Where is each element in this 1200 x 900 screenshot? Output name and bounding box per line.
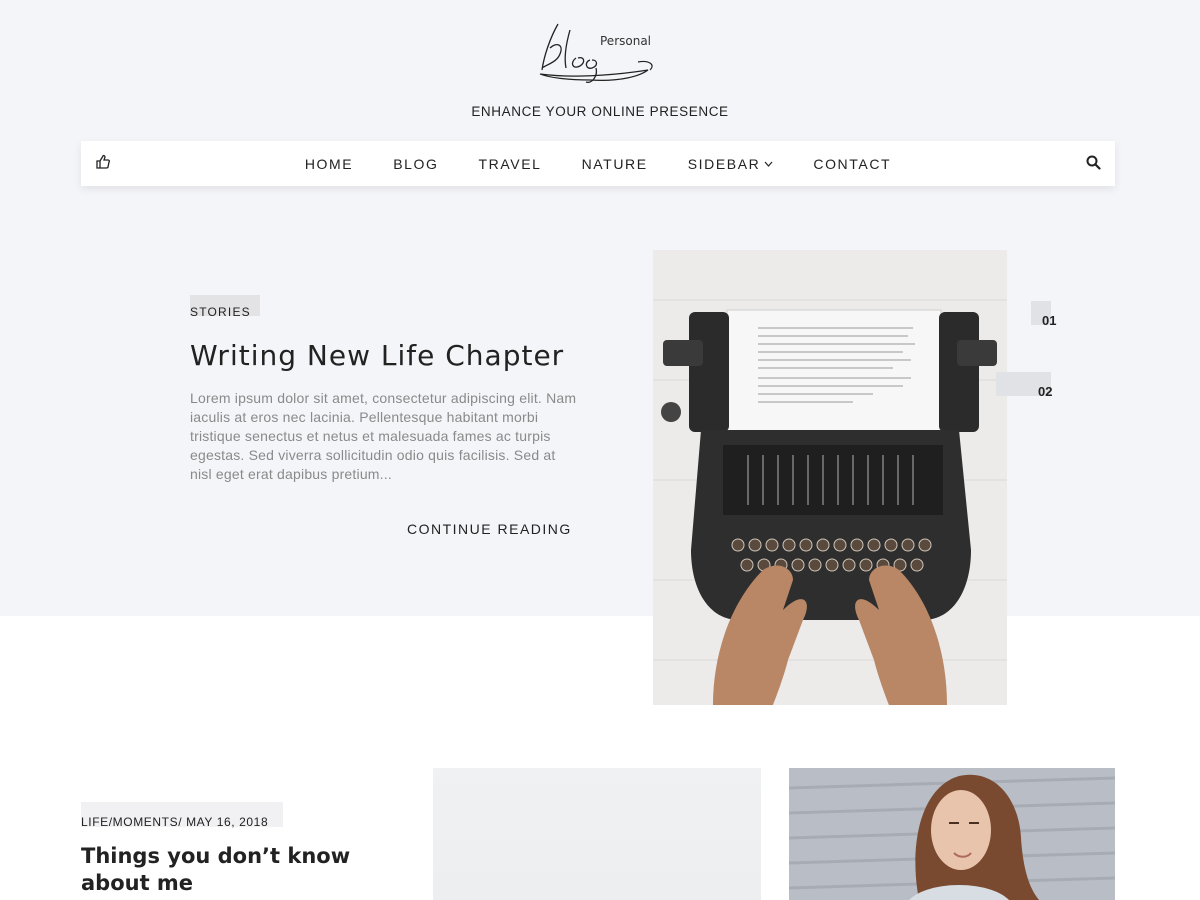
nav-item-blog[interactable]: BLOG <box>393 156 438 172</box>
post-title[interactable]: Writing New Life Chapter <box>190 339 564 372</box>
post-meta[interactable]: LIFE/MOMENTS/ MAY 16, 2018 <box>81 815 268 829</box>
nav-item-contact[interactable]: CONTACT <box>813 156 891 172</box>
nav-item-nature[interactable]: NATURE <box>582 156 648 172</box>
typewriter-image[interactable] <box>653 250 1007 705</box>
slide-number-1[interactable]: 01 <box>1042 313 1056 328</box>
chevron-down-icon <box>764 161 773 167</box>
post-card-image-portrait[interactable] <box>789 768 1115 900</box>
nav-item-sidebar[interactable]: SIDEBAR <box>688 156 774 172</box>
post-excerpt: Lorem ipsum dolor sit amet, consectetur … <box>190 390 577 482</box>
post-card-image[interactable] <box>433 768 761 900</box>
continue-reading-link[interactable]: CONTINUE READING <box>407 521 572 537</box>
slide-number-2[interactable]: 02 <box>1038 384 1052 399</box>
main-navigation: HOME BLOG TRAVEL NATURE SIDEBAR CONTACT <box>81 141 1115 186</box>
post-category[interactable]: STORIES <box>190 305 251 319</box>
logo-script-icon <box>539 23 653 83</box>
logo-small-text: Personal <box>600 34 652 48</box>
nav-item-home[interactable]: HOME <box>305 156 353 172</box>
header-background <box>0 0 1200 616</box>
search-icon[interactable] <box>1086 155 1101 170</box>
site-logo[interactable]: Personal <box>530 18 670 88</box>
nav-menu: HOME BLOG TRAVEL NATURE SIDEBAR CONTACT <box>81 141 1115 186</box>
nav-item-travel[interactable]: TRAVEL <box>479 156 542 172</box>
nav-item-sidebar-label: SIDEBAR <box>687 155 761 172</box>
site-tagline: ENHANCE YOUR ONLINE PRESENCE <box>471 104 729 119</box>
post-card-title[interactable]: Things you don’t know about me <box>81 843 401 897</box>
